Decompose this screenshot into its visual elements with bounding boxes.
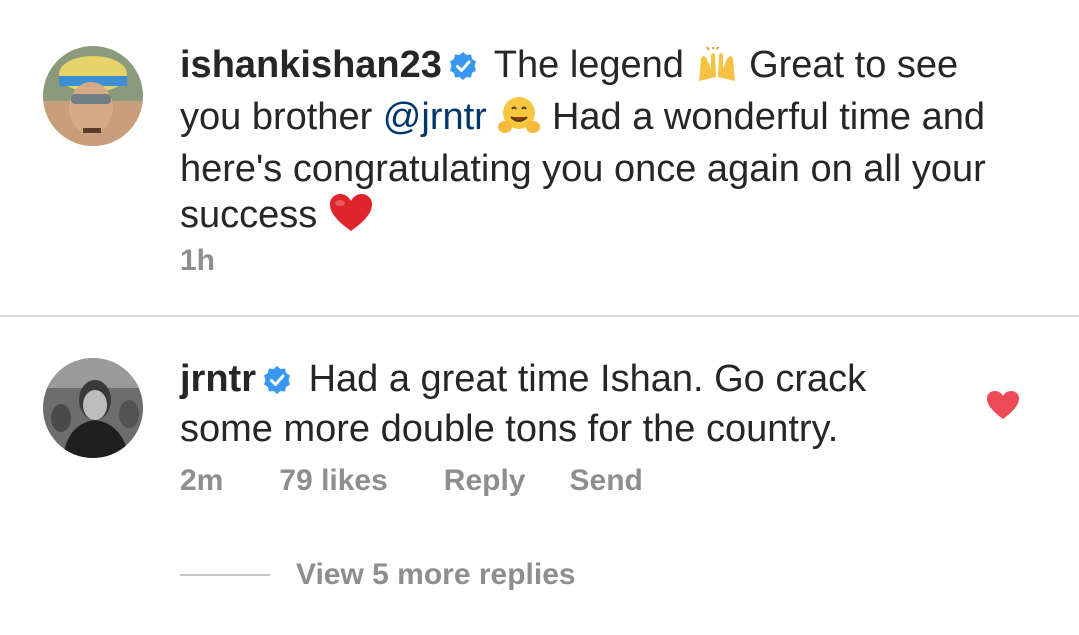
verified-badge-icon [262,360,292,406]
view-more-replies-button[interactable]: View 5 more replies [180,558,576,592]
avatar-photo-icon [43,358,143,458]
replies-line [180,574,270,576]
mention-link[interactable]: @jrntr [383,96,487,138]
comment-text-part: The legend [493,44,684,86]
avatar[interactable] [43,46,143,146]
divider [0,315,1079,317]
comment-time: 2m [180,464,224,497]
username[interactable]: jrntr [180,358,256,400]
reply-button[interactable]: Reply [444,464,526,498]
comment-time: 1h [180,244,216,277]
hugging-face-icon [497,95,541,146]
red-heart-icon [328,193,374,244]
comment-text: ishankishan23 The legend Great to see yo… [180,42,1010,244]
send-button[interactable]: Send [570,464,643,498]
comment-meta: 2m 79 likes Reply Send [180,464,643,498]
comment-text: jrntr Had a great time Ishan. Go crack s… [180,356,940,452]
raising-hands-icon [695,45,739,94]
like-heart-icon[interactable] [986,390,1020,420]
comment-meta: 1h [180,244,215,278]
avatar[interactable] [43,358,143,458]
view-replies-label: View 5 more replies [296,558,576,591]
likes-count[interactable]: 79 likes [279,464,387,498]
username[interactable]: ishankishan23 [180,44,442,86]
avatar-photo-icon [43,46,143,146]
verified-badge-icon [448,46,478,92]
